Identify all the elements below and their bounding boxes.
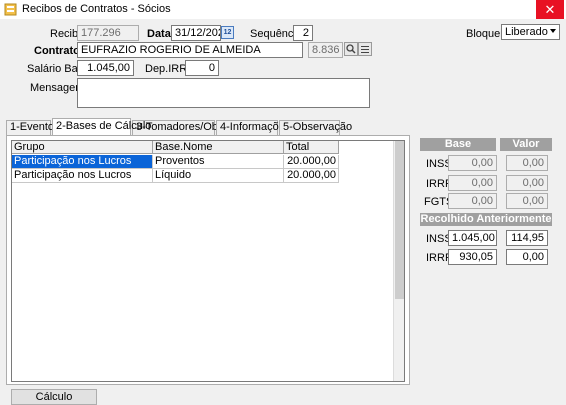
recolhido-irrf-base-field[interactable]: 930,05 [448, 249, 497, 265]
dropdown-arrow-icon [550, 29, 556, 33]
recolhido-inss-base-field[interactable]: 1.045,00 [448, 230, 497, 246]
valor-header: Valor [500, 138, 552, 151]
bases-grid[interactable]: Grupo Base.Nome Total Participação nos L… [11, 140, 405, 382]
column-header-base-nome[interactable]: Base.Nome [153, 141, 284, 154]
sequencia-field[interactable]: 2 [293, 25, 313, 41]
title-bar: Recibos de Contratos - Sócios ✕ [0, 0, 566, 19]
recolhido-header: Recolhido Anteriormente [420, 213, 552, 226]
contrato-label: Contrato [34, 45, 80, 57]
list-icon [361, 46, 369, 53]
grid-cell-grupo[interactable]: Participação nos Lucros [12, 169, 153, 183]
search-icon [346, 44, 356, 54]
grid-cell-total[interactable]: 20.000,00 [284, 169, 339, 183]
app-icon [4, 3, 17, 16]
search-button[interactable] [344, 42, 358, 56]
depirrf-field[interactable]: 0 [185, 60, 219, 76]
window-title: Recibos de Contratos - Sócios [22, 3, 171, 15]
mensagens-field[interactable] [77, 78, 370, 108]
fgts-valor-field: 0,00 [506, 193, 548, 209]
contrato-code: 8.836 [308, 42, 343, 58]
inss-valor-field: 0,00 [506, 155, 548, 171]
bloqueio-value: Liberado [505, 26, 548, 38]
data-field[interactable]: 31/12/2020 [171, 25, 221, 41]
tab-observacao[interactable]: 5-Observação [279, 120, 352, 135]
salario-field[interactable]: 1.045,00 [77, 60, 134, 76]
bloqueio-select[interactable]: Liberado [501, 24, 560, 40]
calculo-button[interactable]: Cálculo [11, 389, 97, 405]
irrf-base-field: 0,00 [448, 175, 497, 191]
grid-scrollbar[interactable] [393, 141, 404, 381]
contrato-field[interactable]: EUFRAZIO ROGERIO DE ALMEIDA [77, 42, 303, 58]
grid-cell-base-nome[interactable]: Líquido [153, 169, 284, 183]
inss-base-field: 0,00 [448, 155, 497, 171]
grid-cell-base-nome[interactable]: Proventos [153, 155, 284, 169]
scrollbar-thumb[interactable] [395, 141, 404, 299]
column-header-grupo[interactable]: Grupo [12, 141, 153, 154]
tab-informacoes[interactable]: 4-Informações [216, 120, 290, 135]
details-button[interactable] [358, 42, 372, 56]
calendar-icon[interactable]: 12 [221, 26, 234, 39]
recolhido-inss-valor-field[interactable]: 114,95 [506, 230, 548, 246]
base-header: Base [420, 138, 496, 151]
recibos-window: Recibos de Contratos - Sócios ✕ Recibo 1… [0, 0, 566, 405]
fgts-base-field: 0,00 [448, 193, 497, 209]
tab-eventos[interactable]: 1-Eventos [6, 120, 60, 135]
recolhido-irrf-valor-field[interactable]: 0,00 [506, 249, 548, 265]
grid-cell-total[interactable]: 20.000,00 [284, 155, 339, 169]
close-button[interactable]: ✕ [536, 0, 564, 19]
tab-bases-de-calculo[interactable]: 2-Bases de Cálculo [52, 118, 151, 135]
bases-tab-page: Grupo Base.Nome Total Participação nos L… [6, 135, 410, 385]
data-label: Data [147, 28, 171, 40]
grid-cell-grupo[interactable]: Participação nos Lucros [12, 155, 153, 169]
recibo-field[interactable]: 177.296 [77, 25, 139, 41]
column-header-total[interactable]: Total [284, 141, 339, 154]
irrf-valor-field: 0,00 [506, 175, 548, 191]
